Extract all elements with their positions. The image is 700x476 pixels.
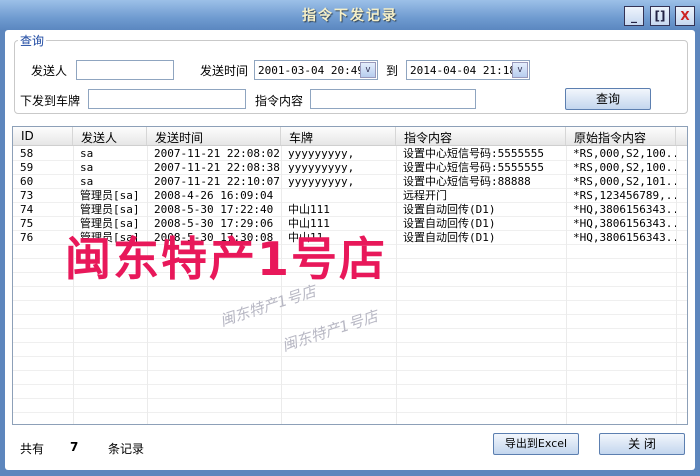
table-cell: 设置中心短信号码:88888	[403, 175, 531, 188]
table-cell: 管理员[sa]	[80, 203, 140, 216]
table-cell: sa	[80, 175, 94, 188]
table-row[interactable]: 73 管理员[sa] 2008-4-26 16:09:04 远程开门 *RS,12345…	[13, 189, 687, 203]
table-header: ID 发送人 发送时间 车牌 指令内容 原始指令内容	[13, 127, 687, 146]
chevron-down-icon[interactable]: v	[512, 62, 528, 78]
table-cell: 2008-5-30 17:30:08	[154, 231, 274, 244]
table-row[interactable]: 59 sa 2007-11-21 22:08:38 yyyyyyyyy, 设置中心短信号…	[13, 161, 687, 175]
table-cell: *HQ,3806156343...	[573, 231, 676, 244]
plate-label: 下发到车牌	[20, 94, 81, 108]
table-row[interactable]: 74 管理员[sa] 2008-5-30 17:22:40 中山111 设置自动回传(D…	[13, 203, 687, 217]
sender-label: 发送人	[31, 64, 68, 78]
window-title: 指令下发记录	[302, 8, 398, 24]
table-cell: yyyyyyyyy,	[288, 175, 355, 188]
to-label: 到	[386, 64, 399, 78]
table-cell: 2008-5-30 17:22:40	[154, 203, 274, 216]
records-table: ID 发送人 发送时间 车牌 指令内容 原始指令内容 58 sa 2007-11-2…	[12, 126, 688, 425]
table-cell: 设置自动回传(D1)	[403, 203, 496, 216]
table-cell: 74	[20, 203, 34, 216]
table-cell: 设置中心短信号码:5555555	[403, 161, 544, 174]
time-from-picker[interactable]: 2001-03-04 20:49 v	[254, 60, 378, 80]
sender-input[interactable]	[76, 60, 174, 80]
record-count: 7	[70, 440, 79, 454]
table-cell: 设置自动回传(D1)	[403, 231, 496, 244]
table-cell: 76	[20, 231, 34, 244]
table-cell: *RS,000,S2,100...	[573, 161, 676, 174]
table-cell: 2007-11-21 22:08:38	[154, 161, 280, 174]
table-row[interactable]: 60 sa 2007-11-21 22:10:07 yyyyyyyyy, 设置中心短信号…	[13, 175, 687, 189]
total-label: 共有	[20, 442, 45, 456]
table-cell: 73	[20, 189, 34, 202]
table-cell: yyyyyyyyy,	[288, 147, 355, 160]
table-cell: 中山111	[288, 217, 330, 230]
table-row[interactable]: 76 管理员[sa] 2008-5-30 17:30:08 中山11, 设置自动回传(D…	[13, 231, 687, 245]
close-window-button[interactable]: X	[675, 6, 695, 26]
table-cell: 59	[20, 161, 34, 174]
export-excel-button[interactable]: 导出到Excel	[493, 433, 579, 455]
time-to-value: 2014-04-04 21:18	[410, 64, 516, 77]
table-cell: 75	[20, 217, 34, 230]
table-cell: 中山111	[288, 203, 330, 216]
client-area: 查询 发送人 发送时间 2001-03-04 20:49 v 到 2014-04…	[5, 30, 695, 470]
content-label: 指令内容	[255, 94, 304, 108]
table-cell	[281, 189, 396, 203]
table-cell: 管理员[sa]	[80, 231, 140, 244]
table-cell: 60	[20, 175, 34, 188]
col-filler	[676, 127, 687, 145]
table-cell: sa	[80, 161, 94, 174]
table-cell: 2008-4-26 16:09:04	[154, 189, 274, 202]
table-cell: 设置自动回传(D1)	[403, 217, 496, 230]
query-group-label: 查询	[18, 32, 47, 49]
close-button[interactable]: 关 闭	[599, 433, 685, 455]
col-sender[interactable]: 发送人	[73, 127, 147, 145]
search-button[interactable]: 查询	[565, 88, 651, 110]
time-to-picker[interactable]: 2014-04-04 21:18 v	[406, 60, 530, 80]
col-raw-command[interactable]: 原始指令内容	[566, 127, 676, 145]
content-input[interactable]	[310, 89, 476, 109]
table-cell: *HQ,3806156343...	[573, 217, 676, 230]
records-label: 条记录	[108, 442, 145, 456]
table-cell: *RS,123456789,...	[573, 189, 676, 202]
table-cell: yyyyyyyyy,	[288, 161, 355, 174]
table-cell: 2008-5-30 17:29:06	[154, 217, 274, 230]
table-cell: 管理员[sa]	[80, 217, 140, 230]
table-cell: 设置中心短信号码:5555555	[403, 147, 544, 160]
send-time-label: 发送时间	[200, 64, 249, 78]
col-command[interactable]: 指令内容	[396, 127, 566, 145]
table-cell: *RS,000,S2,100...	[573, 147, 676, 160]
table-cell: 2007-11-21 22:08:02	[154, 147, 280, 160]
maximize-button[interactable]: []	[650, 6, 670, 26]
table-cell: 2007-11-21 22:10:07	[154, 175, 280, 188]
table-cell: *RS,000,S2,101...	[573, 175, 676, 188]
col-id[interactable]: ID	[13, 127, 73, 145]
plate-input[interactable]	[88, 89, 246, 109]
time-from-value: 2001-03-04 20:49	[258, 64, 364, 77]
window: 指令下发记录 _ [] X 查询 发送人 发送时间 2001-03-04 20:…	[0, 0, 700, 476]
minimize-button[interactable]: _	[624, 6, 644, 26]
table-cell: 管理员[sa]	[80, 189, 140, 202]
table-cell: 中山11,	[288, 231, 330, 244]
table-cell: sa	[80, 147, 94, 160]
table-cell: 58	[20, 147, 34, 160]
col-plate[interactable]: 车牌	[281, 127, 396, 145]
col-send-time[interactable]: 发送时间	[147, 127, 281, 145]
table-row[interactable]: 58 sa 2007-11-21 22:08:02 yyyyyyyyy, 设置中心短信号…	[13, 147, 687, 161]
table-cell: 远程开门	[403, 189, 447, 202]
table-row[interactable]: 75 管理员[sa] 2008-5-30 17:29:06 中山111 设置自动回传(D…	[13, 217, 687, 231]
chevron-down-icon[interactable]: v	[360, 62, 376, 78]
title-bar[interactable]: 指令下发记录 _ [] X	[0, 0, 700, 30]
table-cell: *HQ,3806156343...	[573, 203, 676, 216]
